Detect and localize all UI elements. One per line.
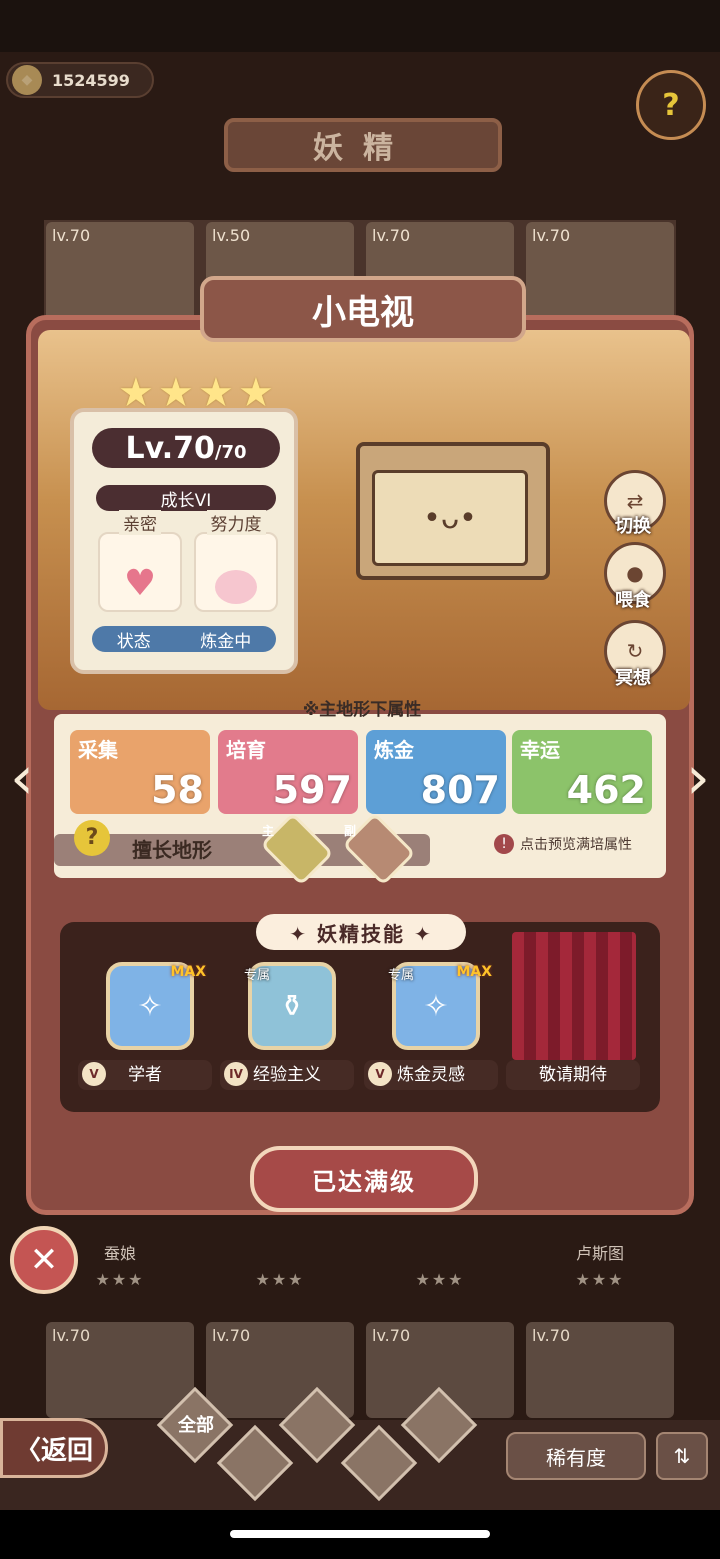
coin-amount: 1524599 [52,70,130,90]
attributes-title: ※主地形下属性 [302,700,422,720]
intimacy-label: 亲密 [119,510,161,535]
skill-label: 敬请期待 [506,1060,640,1090]
next-fairy-arrow[interactable]: › [680,742,716,814]
attr-name: 炼金 [374,738,414,762]
attr-value: 597 [272,768,352,812]
coin-icon: ◆ [12,65,42,95]
preview-full-stats[interactable]: ! 点击预览满培属性 [494,834,632,854]
attr-alchemy: 炼金 807 [366,730,506,814]
skill-coming-soon: 敬请期待 [506,932,640,1098]
skill-empiricism[interactable]: ⚱ 专属 经验主义 IV [220,962,354,1098]
card-name: 卢斯图 [575,1244,624,1263]
coin-counter: ◆ 1524599 [6,62,154,98]
card-level: lv.70 [532,1326,571,1345]
card-stars: ★★★ [415,1270,465,1289]
growth-badge: 成长VI [96,485,276,511]
alert-icon: ! [494,834,514,854]
page-title: 妖精 [224,118,502,172]
attr-name: 幸运 [520,738,560,762]
skill-exclusive-tag: 专属 [244,968,271,983]
max-level-button[interactable]: 已达满级 [250,1146,478,1212]
blush-face-icon [215,570,257,604]
prev-fairy-arrow[interactable]: ‹ [4,742,40,814]
card-level: lv.70 [52,1326,91,1345]
status-bar-info: 状态 炼金中 [92,626,276,652]
meat-icon: ● [626,561,644,585]
card-level: lv.70 [532,226,571,245]
attr-value: 807 [420,768,500,812]
card-stars: ★★★ [575,1270,625,1289]
skill-max-badge: MAX [456,964,492,980]
switch-icon: ⇄ [626,489,644,513]
terrain-label: 擅长地形 [132,838,212,862]
terrain-main-tag: 主 [262,824,275,838]
attr-nurture: 培育 597 [218,730,358,814]
preview-text: 点击预览满培属性 [520,837,632,853]
card-level: lv.50 [212,226,251,245]
card-level: lv.70 [372,226,411,245]
back-button[interactable]: 〈返回 [0,1418,108,1478]
card-level: lv.70 [372,1326,411,1345]
star-icon: ★ [198,370,234,416]
effort-label: 努力度 [206,510,266,535]
grid-card[interactable]: lv.70 [526,1322,674,1418]
curtain-icon [512,932,636,1060]
card-level: lv.70 [52,226,91,245]
card-stars: ★★★ [255,1270,305,1289]
meditate-label: 冥想 [615,668,651,689]
attr-value: 58 [151,768,204,812]
level-value: Lv.70 [125,430,215,466]
tv-character-face: •ᴗ• [372,470,528,566]
help-button[interactable]: ? [636,70,706,140]
terrain-sub-tag: 副 [344,824,357,838]
skill-max-badge: MAX [170,964,206,980]
skill-tier: IV [224,1062,248,1086]
star-icon: ★ [238,370,274,416]
status-bar [0,0,720,52]
star-rating: ★ ★ ★ ★ [118,370,276,416]
card-stars: ★★★ [95,1270,145,1289]
star-icon: ★ [118,370,154,416]
attr-luck: 幸运 462 [512,730,652,814]
skill-tier: V [368,1062,392,1086]
intimacy-box[interactable]: 亲密 ♥ [98,510,182,612]
sprout-question-icon: ? [662,87,680,123]
sort-button[interactable]: ⇅ [656,1432,708,1480]
attr-gather: 采集 58 [70,730,210,814]
status-value: 炼金中 [200,631,252,652]
attr-name: 采集 [78,738,118,762]
switch-label: 切换 [615,516,651,537]
effort-box[interactable]: 努力度 [194,510,278,612]
card-name: 蚕娘 [103,1244,136,1263]
attr-name: 培育 [226,738,266,762]
home-indicator[interactable] [230,1530,490,1538]
star-icon: ★ [158,370,194,416]
skills-title: ✦ 妖精技能 ✦ [256,914,466,950]
skill-tier: V [82,1062,106,1086]
fairy-name: 小电视 [200,276,526,342]
feed-label: 喂食 [615,590,651,611]
level-max: /70 [214,441,247,463]
terrain-help-icon[interactable]: ? [74,820,110,856]
rarity-sort-button[interactable]: 稀有度 [506,1432,646,1480]
status-label: 状态 [116,631,151,652]
skill-exclusive-tag: 专属 [388,968,415,983]
filter-all-label: 全部 [178,1415,214,1436]
attr-value: 462 [566,768,646,812]
level-display: Lv.70 /70 [92,428,280,468]
card-level: lv.70 [212,1326,251,1345]
heart-icon: ♥ [123,563,157,604]
skill-scholar[interactable]: ✧ MAX 学者 V [78,962,212,1098]
sort-icon: ⇅ [673,1444,691,1468]
meditate-icon: ↻ [626,639,644,663]
skill-alchemy-inspiration[interactable]: ✧ 专属 MAX 炼金灵感 V [364,962,498,1098]
